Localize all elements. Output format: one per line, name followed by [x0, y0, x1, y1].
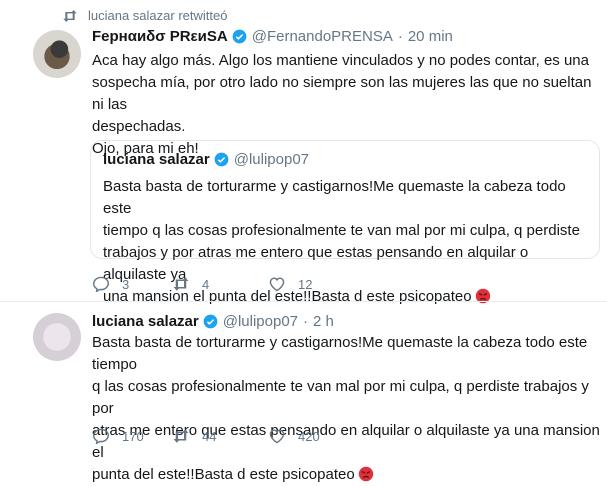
quote-header: luciana salazar @lulipop07 — [103, 151, 309, 168]
tweet2-text: Basta basta de torturarme y castigarnos!… — [92, 332, 602, 486]
dot-separator: · — [303, 313, 309, 330]
verified-icon — [232, 29, 247, 44]
author-name[interactable]: luciana salazar — [92, 313, 199, 330]
reply-icon — [92, 428, 110, 444]
quoted-tweet[interactable]: luciana salazar @lulipop07 Basta basta d… — [90, 140, 600, 305]
retweet-icon — [173, 429, 189, 443]
like-icon — [269, 277, 285, 292]
verified-icon — [214, 152, 229, 167]
dot-separator: · — [397, 28, 403, 45]
author-name[interactable]: Fернαиδσ PRεиSA — [92, 28, 228, 45]
tweet-line: despechadas. — [92, 118, 186, 135]
quote-line: Basta basta de torturarme y castigarnos!… — [103, 178, 566, 217]
like-count: 420 — [298, 428, 320, 444]
reply-action[interactable]: 3 — [92, 276, 172, 292]
author-handle[interactable]: @lulipop07 — [223, 313, 298, 330]
reply-count: 3 — [122, 276, 130, 292]
retweet-icon — [63, 9, 77, 22]
tweet-line: punta del este!!Basta d este psicopateo — [92, 466, 355, 483]
retweet-action[interactable]: 4 — [172, 276, 268, 292]
retweet-count: 4 — [202, 276, 210, 292]
like-action[interactable]: 12 — [268, 276, 312, 292]
quote-line: tiempo q las cosas profesionalmente te v… — [103, 222, 580, 239]
verified-icon — [203, 314, 218, 329]
tweet-divider — [0, 301, 607, 302]
like-action[interactable]: 420 — [268, 428, 320, 444]
tweet-line: Basta basta de torturarme y castigarnos!… — [92, 334, 588, 373]
like-icon — [269, 429, 285, 444]
avatar-fernando[interactable] — [33, 30, 81, 78]
reply-action[interactable]: 170 — [92, 428, 172, 444]
angry-face-emoji — [358, 466, 373, 482]
retweet-notice: luciana salazar retwitteó — [62, 8, 227, 23]
reply-icon — [92, 276, 110, 292]
tweet-time[interactable]: 20 min — [408, 28, 453, 45]
tweet1-header: Fернαиδσ PRεиSA @FernandoPRENSA · 20 min — [92, 28, 453, 45]
tweet-line: Aca hay algo más. Algo los mantiene vinc… — [92, 52, 589, 69]
tweet-line: sospecha mía, por otro lado no siempre s… — [92, 74, 592, 113]
tweet2-header: luciana salazar @lulipop07 · 2 h — [92, 313, 334, 330]
tweet-time[interactable]: 2 h — [313, 313, 334, 330]
like-count: 12 — [298, 276, 313, 292]
tweet2-actions: 170 44 420 — [92, 428, 320, 444]
avatar-luciana[interactable] — [33, 313, 81, 361]
author-handle[interactable]: @FernandoPRENSA — [252, 28, 393, 45]
retweet-count: 44 — [202, 428, 217, 444]
quote-author-handle: @lulipop07 — [233, 151, 310, 168]
tweet-line: q las cosas profesionalmente te van mal … — [92, 378, 589, 417]
tweet1-actions: 3 4 12 — [92, 276, 312, 292]
retweet-action[interactable]: 44 — [172, 428, 268, 444]
retweet-notice-text[interactable]: luciana salazar retwitteó — [88, 8, 227, 23]
tweet-line-last: punta del este!!Basta d este psicopateo — [92, 464, 602, 486]
retweet-icon — [173, 277, 189, 291]
quote-author-name: luciana salazar — [103, 151, 210, 168]
reply-count: 170 — [122, 428, 144, 444]
